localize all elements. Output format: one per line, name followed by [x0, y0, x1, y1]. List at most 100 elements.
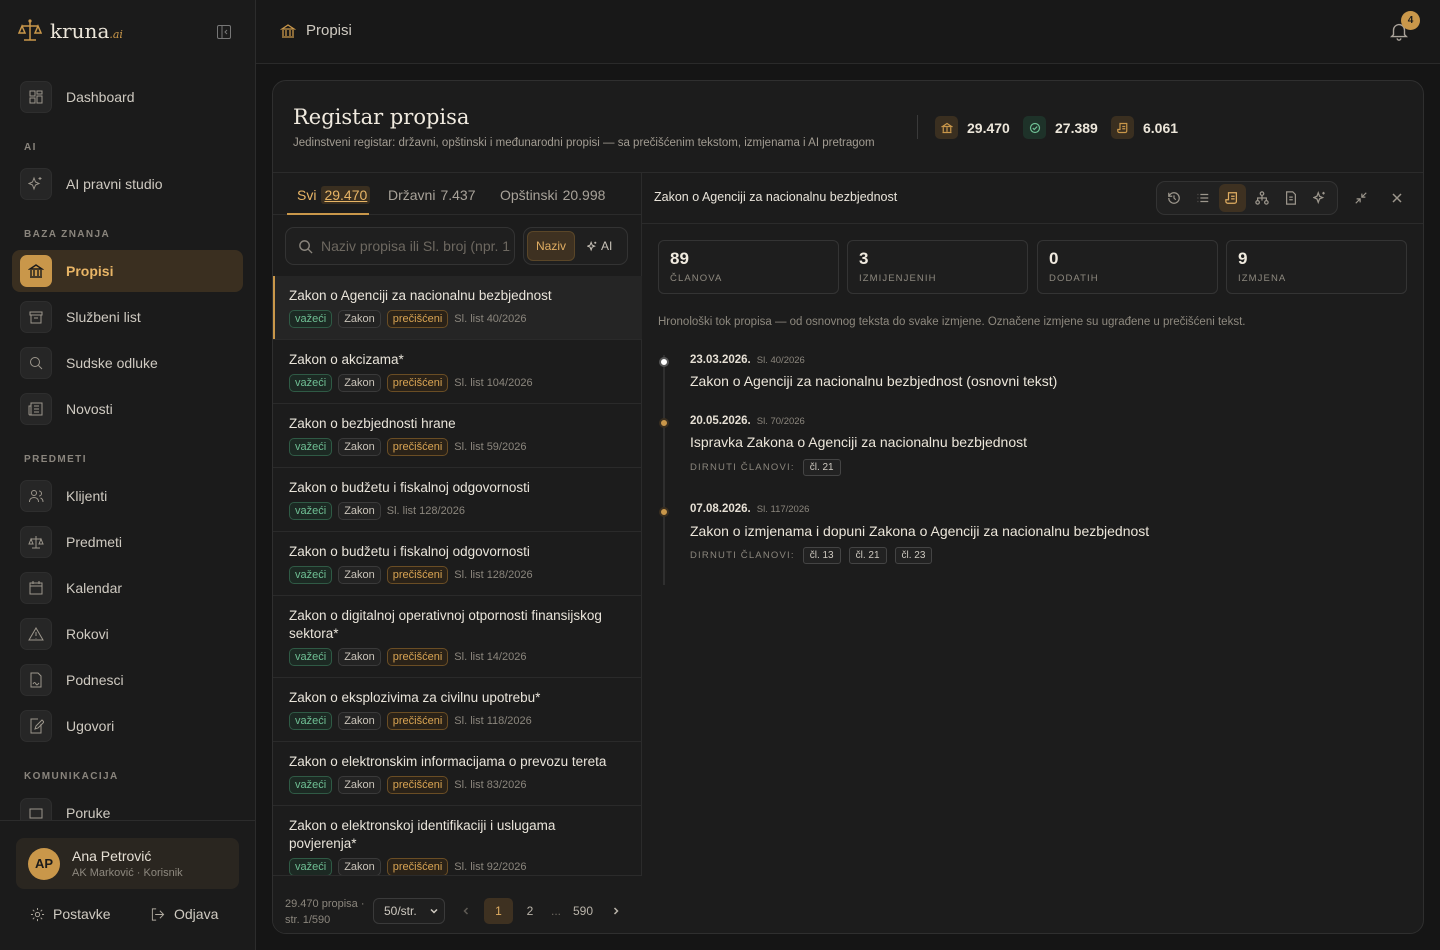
sidebar-item-poruke[interactable]: Poruke — [12, 792, 243, 820]
timeline-entry-title[interactable]: Zakon o izmjenama i dopuni Zakona o Agen… — [690, 523, 1149, 539]
document-button[interactable] — [1277, 184, 1304, 212]
minimize-button[interactable] — [1350, 187, 1372, 209]
list-item[interactable]: Zakon o budžetu i fiskalnoj odgovornosti… — [273, 532, 642, 596]
sidebar-item-propisi[interactable]: Propisi — [12, 250, 243, 292]
status-badge: važeći — [289, 648, 333, 666]
page-2-button[interactable]: 2 — [523, 898, 537, 924]
type-badge: Zakon — [338, 502, 381, 520]
logout-icon — [151, 907, 165, 921]
sidebar-item-podnesci[interactable]: Podnesci — [12, 659, 243, 701]
per-page-select[interactable]: 50/str. — [373, 898, 445, 924]
institution-icon — [280, 23, 296, 38]
list-item[interactable]: Zakon o budžetu i fiskalnoj odgovornosti… — [273, 468, 642, 532]
ai-button[interactable] — [1307, 184, 1334, 212]
sidebar-item-sudske-odluke[interactable]: Sudske odluke — [12, 342, 243, 384]
list-item[interactable]: Zakon o digitalnoj operativnoj otpornost… — [273, 596, 642, 678]
card-value: 9 — [1238, 249, 1248, 268]
logout-button[interactable]: Odjava — [150, 906, 218, 922]
mode-ai-button[interactable]: AI — [579, 231, 620, 261]
institution-icon — [935, 116, 958, 139]
list-item-tags: važeći Zakon prečišćeni Sl. list 104/2026 — [289, 374, 626, 403]
sidebar-item-klijenti[interactable]: Klijenti — [12, 475, 243, 517]
timeline-entry-title[interactable]: Ispravka Zakona o Agenciji za nacionalnu… — [690, 434, 1027, 450]
list-item[interactable]: Zakon o akcizama* važeći Zakon prečišćeni Sl… — [273, 340, 642, 404]
sidebar-item-rokovi[interactable]: Rokovi — [12, 613, 243, 655]
scroll-icon — [1225, 192, 1238, 204]
gazette-ref: Sl. list 104/2026 — [454, 377, 533, 389]
sidebar: kruna .ai Dashboard AI AI pravni studio B… — [0, 0, 256, 950]
page-1-button[interactable]: 1 — [484, 898, 513, 924]
mode-naziv-button[interactable]: Naziv — [527, 231, 576, 261]
users-icon — [20, 480, 52, 512]
prev-page-button[interactable] — [459, 898, 473, 924]
gear-icon — [30, 907, 45, 921]
gazette-ref: Sl. list 83/2026 — [454, 779, 527, 791]
minimize-icon — [1355, 192, 1367, 204]
list-item-title: Zakon o elektronskim informacijama o pre… — [289, 754, 607, 769]
date-text: 23.03.2026. — [690, 354, 751, 366]
timeline-dot — [659, 507, 669, 517]
logout-label: Odjava — [174, 906, 219, 922]
sidebar-item-label: Podnesci — [66, 672, 124, 688]
article-chip[interactable]: čl. 21 — [848, 547, 887, 564]
list-item[interactable]: Zakon o eksplozivima za civilnu upotrebu… — [273, 678, 642, 742]
list-item-title: Zakon o budžetu i fiskalnoj odgovornosti — [289, 480, 530, 495]
type-badge: Zakon — [338, 712, 381, 730]
list-item-tags: važeći Zakon prečišćeni Sl. list 83/2026 — [289, 776, 626, 805]
structure-button[interactable] — [1248, 184, 1275, 212]
panel-collapse-icon — [217, 25, 231, 39]
sidebar-item-dashboard[interactable]: Dashboard — [12, 76, 243, 118]
settings-button[interactable]: Postavke — [30, 906, 111, 922]
tab-opstinski[interactable]: Opštinski 20.998 — [500, 187, 605, 203]
page-ellipsis: ... — [550, 904, 561, 918]
user-card[interactable]: AP Ana Petrović AK Marković · Korisnik — [16, 838, 239, 889]
search-input[interactable] — [321, 238, 511, 254]
sidebar-item-kalendar[interactable]: Kalendar — [12, 567, 243, 609]
sl-ref: Sl. 117/2026 — [756, 504, 810, 515]
timeline-button[interactable] — [1218, 184, 1246, 212]
chevron-left-icon — [463, 907, 469, 915]
sidebar-item-label: Službeni list — [66, 309, 141, 325]
tab-drzavni[interactable]: Državni 7.437 — [388, 187, 476, 203]
list-button[interactable] — [1189, 184, 1216, 212]
status-badge: važeći — [289, 374, 333, 392]
settings-label: Postavke — [53, 906, 111, 922]
search-icon — [20, 347, 52, 379]
list-item[interactable]: Zakon o bezbjednosti hrane važeći Zakon pre… — [273, 404, 642, 468]
timeline-dot — [659, 357, 669, 367]
sidebar-collapse-button[interactable] — [214, 22, 234, 42]
sidebar-item-label: Dashboard — [66, 89, 135, 105]
card-label: ČLANOVA — [670, 273, 723, 284]
sidebar-item-label: AI pravni studio — [66, 176, 163, 192]
sidebar-item-predmeti[interactable]: Predmeti — [12, 521, 243, 563]
sidebar-item-novosti[interactable]: Novosti — [12, 388, 243, 430]
article-chip[interactable]: čl. 13 — [802, 547, 841, 564]
gazette-ref: Sl. list 40/2026 — [454, 313, 527, 325]
search-mode-toggle: Naziv AI — [523, 227, 628, 265]
list-item-title: Zakon o bezbjednosti hrane — [289, 416, 456, 431]
sidebar-item-sluzbeni-list[interactable]: Službeni list — [12, 296, 243, 338]
file-edit-icon — [20, 710, 52, 742]
list-item[interactable]: Zakon o Agenciji za nacionalnu bezbjedno… — [273, 276, 642, 340]
page-last-button[interactable]: 590 — [571, 898, 595, 924]
sidebar-item-ugovori[interactable]: Ugovori — [12, 705, 243, 747]
article-chip[interactable]: čl. 23 — [894, 547, 933, 564]
history-button[interactable] — [1160, 184, 1187, 212]
sidebar-item-ai-studio[interactable]: AI pravni studio — [12, 163, 243, 205]
timeline-entry-title[interactable]: Zakon o Agenciji za nacionalnu bezbjedno… — [690, 373, 1057, 389]
next-page-button[interactable] — [609, 898, 623, 924]
page-title: Registar propisa — [293, 105, 470, 129]
tab-count: 29.470 — [321, 186, 371, 204]
section-label-ai: AI — [24, 142, 37, 153]
divider — [642, 223, 1423, 224]
file-signature-icon — [20, 664, 52, 696]
close-button[interactable] — [1386, 187, 1408, 209]
tab-svi[interactable]: Svi 29.470 — [297, 186, 371, 204]
stat-card-dodatih: 0 DODATIH — [1037, 240, 1218, 294]
list-item[interactable]: Zakon o elektronskim informacijama o pre… — [273, 742, 642, 806]
brand-logo[interactable]: kruna .ai — [18, 18, 123, 44]
card-value: 89 — [670, 249, 689, 268]
section-label-baza: BAZA ZNANJA — [24, 229, 111, 240]
sl-ref: Sl. 40/2026 — [756, 355, 805, 366]
article-chip[interactable]: čl. 21 — [802, 459, 841, 476]
